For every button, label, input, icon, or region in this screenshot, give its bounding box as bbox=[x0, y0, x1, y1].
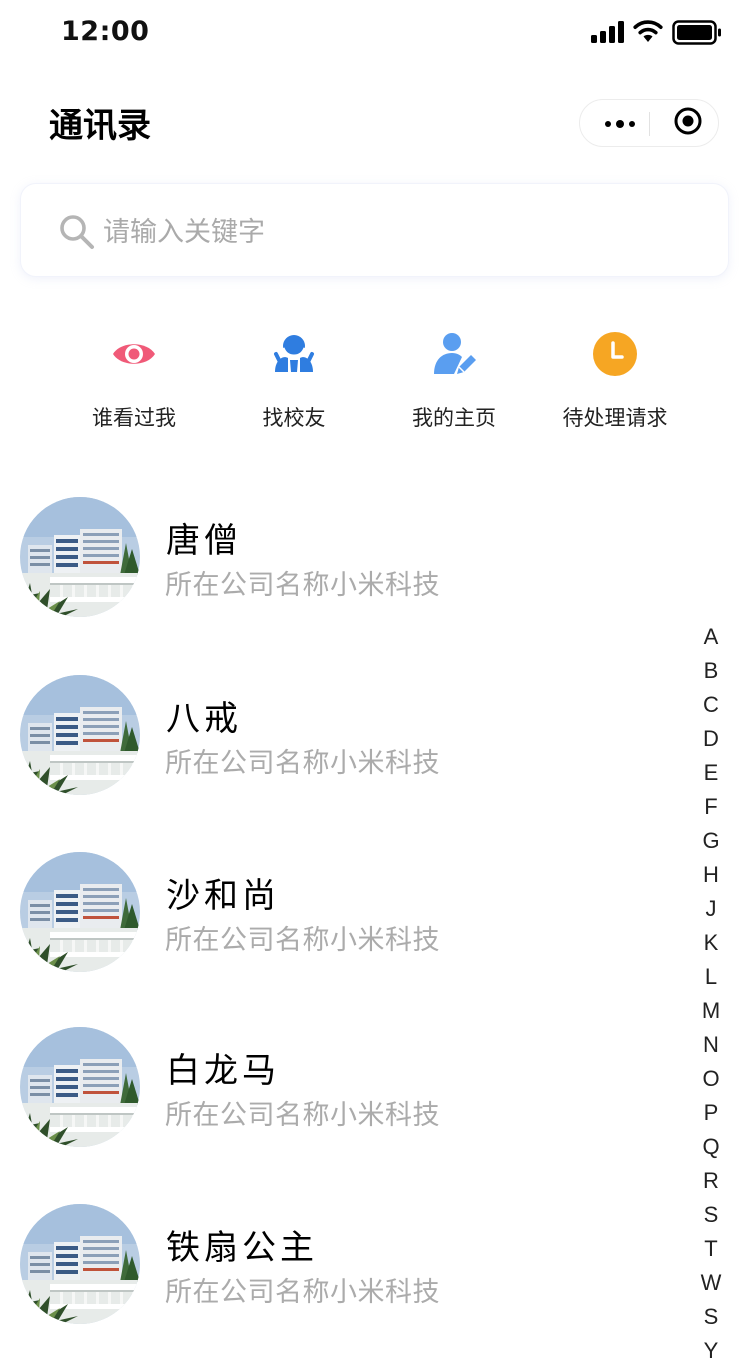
capsule-divider bbox=[649, 112, 650, 136]
index-letter[interactable]: E bbox=[696, 756, 726, 790]
quick-action-label: 找校友 bbox=[262, 406, 326, 430]
index-letter[interactable]: H bbox=[696, 858, 726, 892]
quick-action-find-alumni[interactable]: 找校友 bbox=[214, 330, 374, 440]
index-letter[interactable]: O bbox=[696, 1062, 726, 1096]
clock-icon bbox=[591, 330, 639, 378]
avatar bbox=[20, 497, 140, 617]
index-letter[interactable]: J bbox=[696, 892, 726, 926]
more-button[interactable] bbox=[592, 100, 648, 146]
contact-name: 沙和尚 bbox=[166, 876, 280, 916]
contact-company: 所在公司名称小米科技 bbox=[165, 1100, 440, 1131]
search-bar bbox=[20, 183, 729, 277]
contact-company: 所在公司名称小米科技 bbox=[165, 748, 440, 779]
index-letter[interactable]: C bbox=[696, 688, 726, 722]
quick-action-label: 待处理请求 bbox=[562, 406, 668, 430]
index-letter[interactable]: B bbox=[696, 654, 726, 688]
contact-name: 唐僧 bbox=[166, 521, 242, 561]
index-letter[interactable]: N bbox=[696, 1028, 726, 1062]
wifi-icon bbox=[632, 18, 664, 48]
signal-icon bbox=[591, 20, 625, 48]
contact-item[interactable]: 铁扇公主 所在公司名称小米科技 bbox=[0, 1204, 680, 1334]
contact-item[interactable]: 沙和尚 所在公司名称小米科技 bbox=[0, 852, 680, 982]
index-letter[interactable]: W bbox=[696, 1266, 726, 1300]
quick-action-who-viewed-me[interactable]: 谁看过我 bbox=[54, 330, 214, 440]
contact-name: 铁扇公主 bbox=[166, 1228, 318, 1268]
index-letter[interactable]: A bbox=[696, 620, 726, 654]
quick-action-label: 我的主页 bbox=[412, 406, 496, 430]
more-dots-icon bbox=[604, 114, 636, 133]
index-letter[interactable]: Q bbox=[696, 1130, 726, 1164]
avatar bbox=[20, 1027, 140, 1147]
index-letter[interactable]: F bbox=[696, 790, 726, 824]
index-letter[interactable]: M bbox=[696, 994, 726, 1028]
quick-action-my-homepage[interactable]: 我的主页 bbox=[374, 330, 534, 440]
close-button[interactable] bbox=[660, 100, 716, 146]
index-letter[interactable]: Y bbox=[696, 1334, 726, 1368]
index-letter[interactable]: T bbox=[696, 1232, 726, 1266]
page-title: 通讯录 bbox=[49, 106, 151, 146]
avatar bbox=[20, 852, 140, 972]
index-letter[interactable]: G bbox=[696, 824, 726, 858]
quick-action-label: 谁看过我 bbox=[92, 406, 176, 430]
contact-company: 所在公司名称小米科技 bbox=[165, 925, 440, 956]
index-letter[interactable]: P bbox=[696, 1096, 726, 1130]
target-icon bbox=[673, 106, 703, 140]
user-edit-icon bbox=[430, 330, 478, 378]
status-bar: 12:00 bbox=[0, 0, 749, 66]
search-input[interactable] bbox=[101, 208, 665, 256]
contact-item[interactable]: 八戒 所在公司名称小米科技 bbox=[0, 675, 680, 805]
mini-program-capsule bbox=[579, 99, 719, 147]
status-time: 12:00 bbox=[61, 16, 150, 47]
alumni-icon bbox=[270, 330, 318, 378]
index-letter[interactable]: L bbox=[696, 960, 726, 994]
eye-icon bbox=[110, 330, 158, 378]
quick-action-pending-requests[interactable]: 待处理请求 bbox=[535, 330, 695, 440]
index-letter[interactable]: S bbox=[696, 1300, 726, 1334]
avatar bbox=[20, 675, 140, 795]
battery-icon bbox=[672, 20, 722, 50]
index-letter[interactable]: D bbox=[696, 722, 726, 756]
contact-company: 所在公司名称小米科技 bbox=[165, 1277, 440, 1308]
contact-name: 八戒 bbox=[166, 699, 242, 739]
contact-company: 所在公司名称小米科技 bbox=[165, 570, 440, 601]
alphabet-index: ABCDEFGHJKLMNOPQRSTWSY bbox=[696, 620, 726, 1368]
avatar bbox=[20, 1204, 140, 1324]
contact-name: 白龙马 bbox=[166, 1051, 280, 1091]
index-letter[interactable]: R bbox=[696, 1164, 726, 1198]
contact-item[interactable]: 白龙马 所在公司名称小米科技 bbox=[0, 1027, 680, 1157]
contact-item[interactable]: 唐僧 所在公司名称小米科技 bbox=[0, 497, 680, 627]
index-letter[interactable]: K bbox=[696, 926, 726, 960]
index-letter[interactable]: S bbox=[696, 1198, 726, 1232]
search-icon bbox=[59, 214, 95, 254]
